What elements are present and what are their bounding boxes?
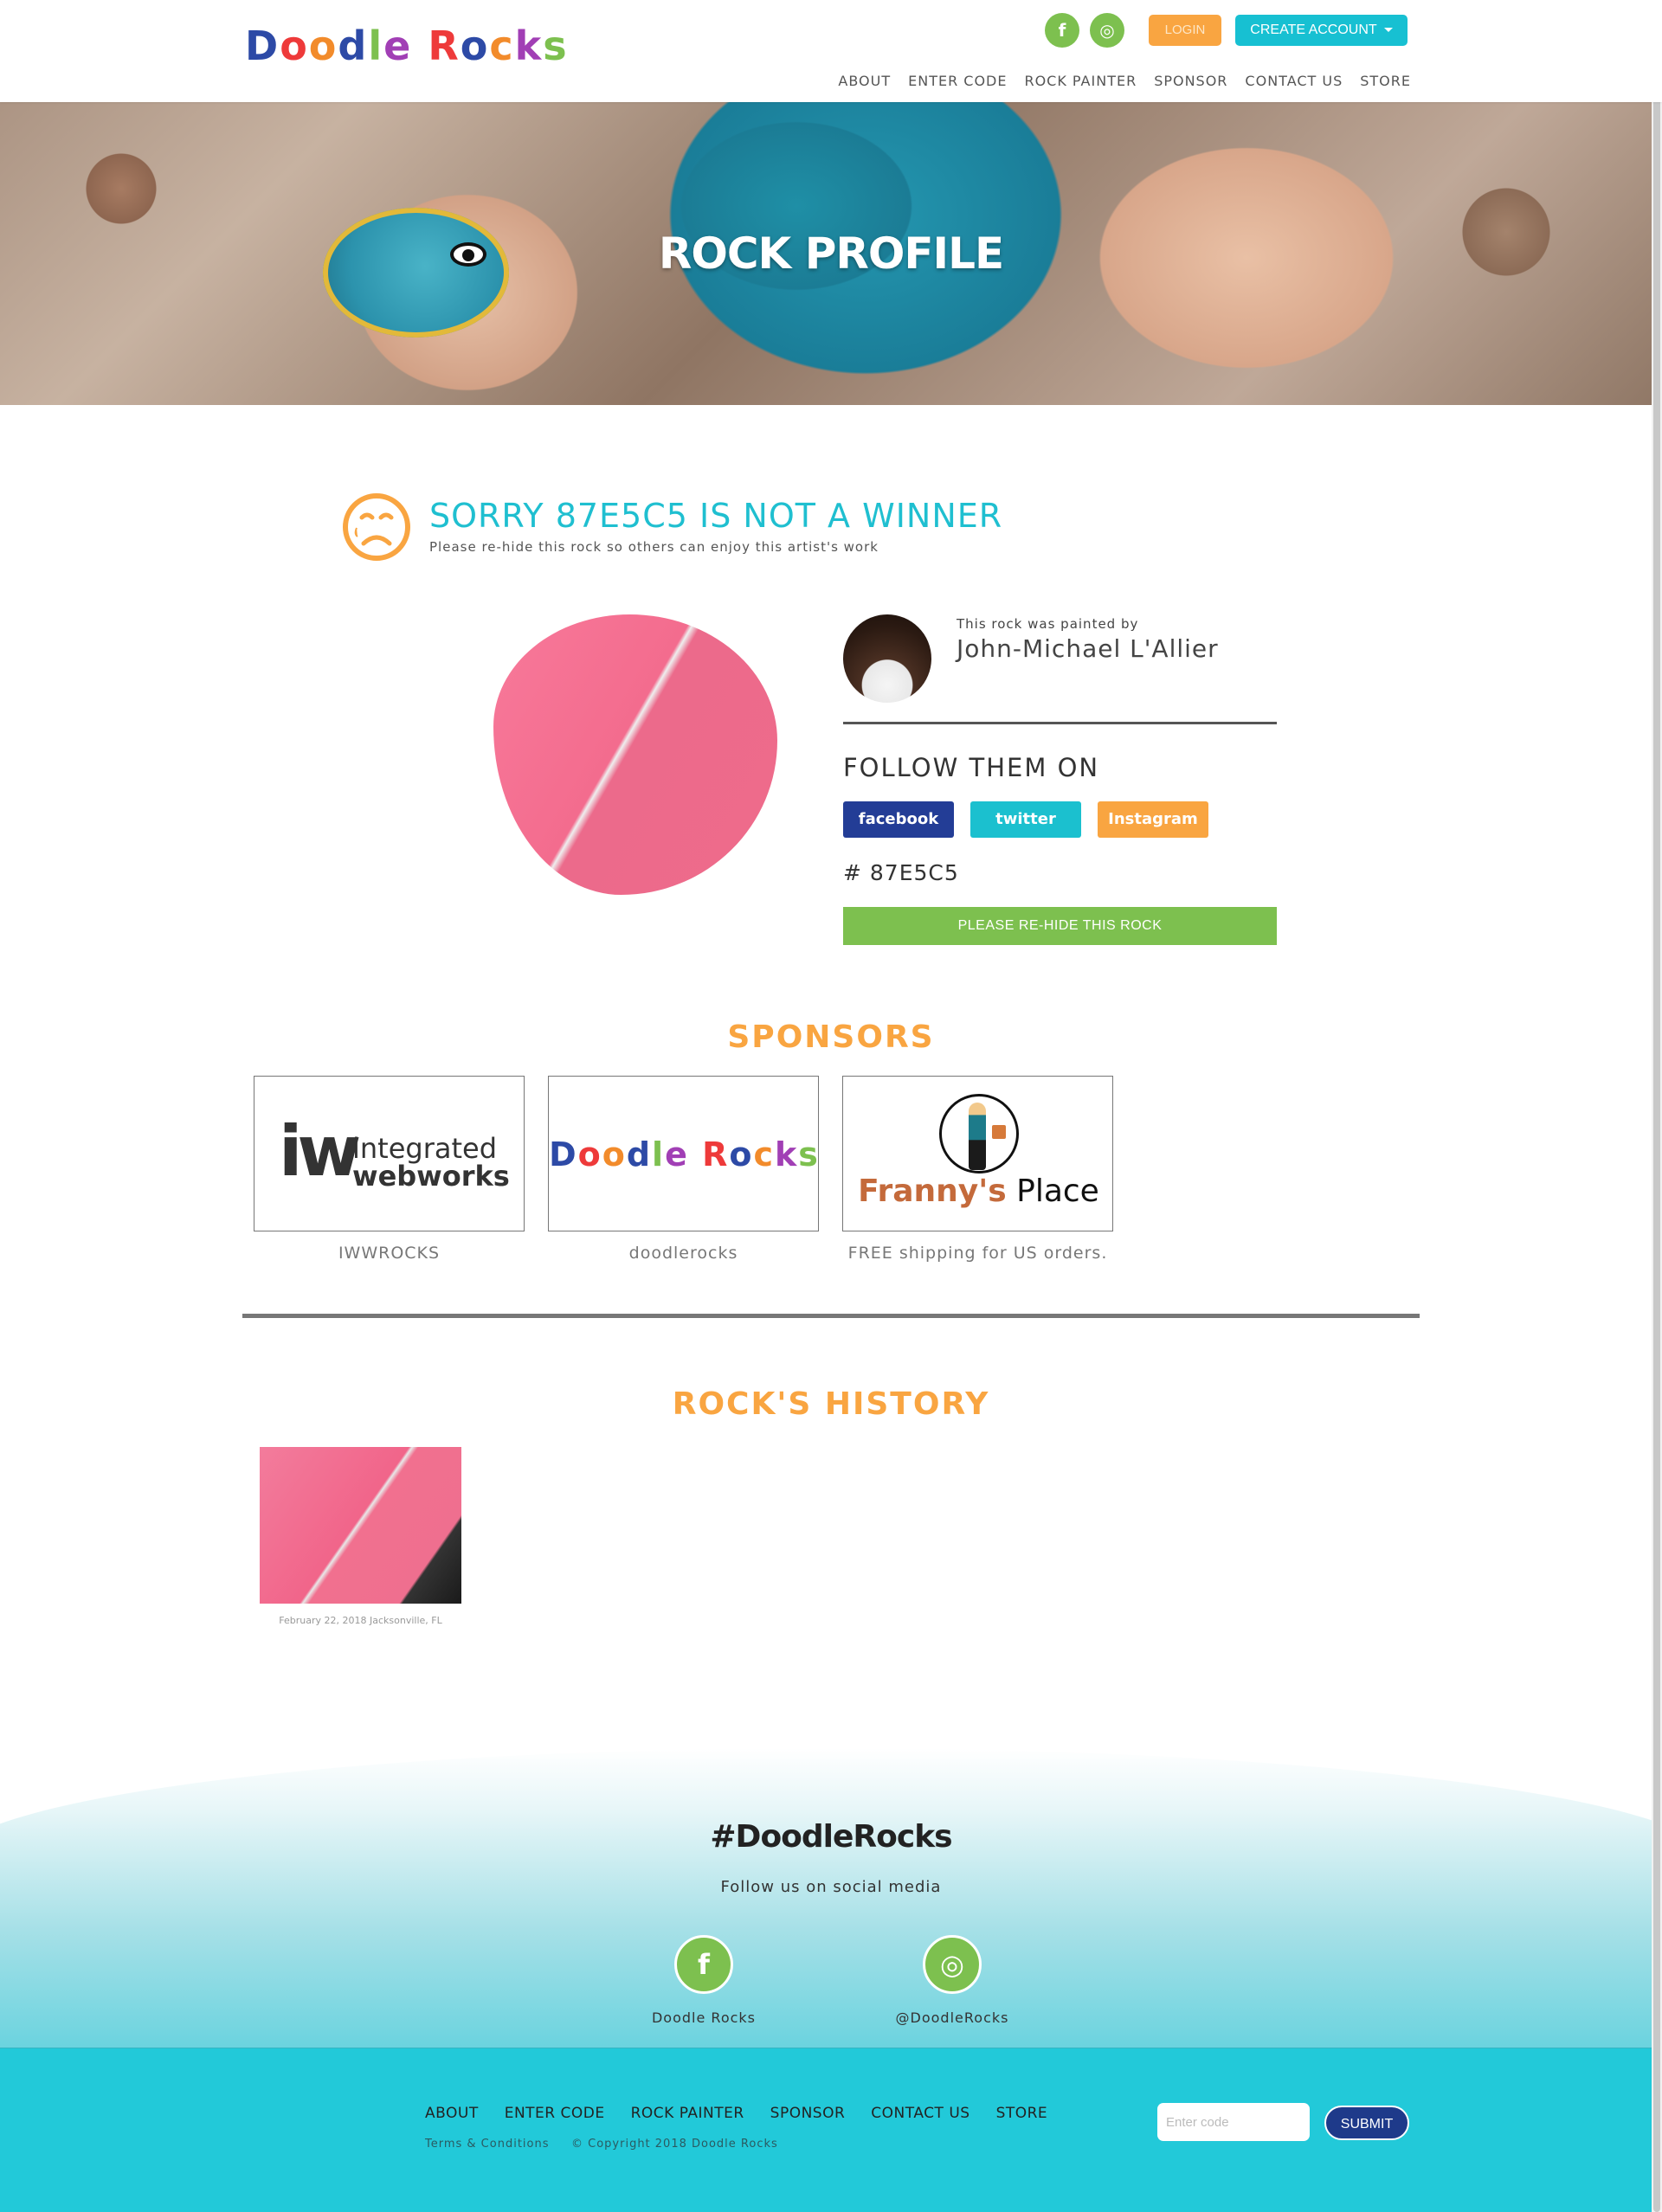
logo-letter [412,23,428,69]
footer-nav-contact-us[interactable]: CONTACT US [871,2105,970,2122]
logo-letter: o [577,1135,602,1174]
logo-letter: o [729,1135,754,1174]
painted-by-label: This rock was painted by [957,616,1139,632]
logo-letter: l [368,23,384,69]
footer-bar [0,2048,1662,2212]
logo-letter: D [245,23,280,69]
logo-letter [689,1135,702,1174]
scrollbar[interactable] [1652,0,1662,2212]
nav-contact-us[interactable]: CONTACT US [1245,73,1343,89]
logo-letter: e [383,23,413,69]
logo-letter: c [489,23,515,69]
sponsor-caption: IWWROCKS [338,1244,441,1263]
sponsor-caption: doodlerocks [628,1244,738,1263]
integrated-webworks-logo-mark: iw [279,1111,361,1192]
nav-store[interactable]: STORE [1360,73,1411,89]
frannys-place-logo-figure [969,1103,986,1170]
logo-letter: o [308,23,338,69]
integrated-webworks-logo-text-bold: webworks [352,1160,510,1193]
logo-letter: s [798,1135,820,1174]
avatar[interactable] [843,614,931,703]
painter-instagram-button[interactable]: Instagram [1098,801,1208,838]
section-divider [242,1314,1420,1318]
logo-letter: s [543,23,569,69]
history-photo[interactable] [260,1447,461,1604]
painter-twitter-button[interactable]: twitter [970,801,1081,838]
rock-photo [493,614,777,895]
site-header: Doodle Rocks f ◎ LOGIN CREATE ACCOUNT AB… [0,0,1662,102]
rock-code: # 87E5C5 [843,860,959,885]
logo-letter: d [338,23,369,69]
sponsors-title: SPONSORS [727,1019,935,1055]
logo-letter: o [602,1135,627,1174]
terms-link[interactable]: Terms & Conditions [425,2138,550,2151]
footer-code-input[interactable] [1157,2103,1310,2141]
footer-instagram-icon[interactable]: ◎ [923,1935,982,1994]
logo-letter: l [652,1135,666,1174]
nav-rock-painter[interactable]: ROCK PAINTER [1024,73,1137,89]
chevron-down-icon [1383,28,1393,33]
result-title: SORRY 87E5C5 IS NOT A WINNER [429,497,1003,535]
logo-letter: c [753,1135,775,1174]
logo-letter: k [514,23,544,69]
history-title: ROCK'S HISTORY [672,1386,990,1422]
nav-enter-code[interactable]: ENTER CODE [908,73,1007,89]
follow-title: FOLLOW THEM ON [843,753,1100,782]
site-logo[interactable]: Doodle Rocks [245,23,569,69]
nav-sponsor[interactable]: SPONSOR [1154,73,1227,89]
doodle-rocks-logo: Doodle Rocks [549,1135,820,1174]
footer-nav-sponsor[interactable]: SPONSOR [770,2105,846,2122]
create-account-label: CREATE ACCOUNT [1250,23,1377,37]
footer-nav-rock-painter[interactable]: ROCK PAINTER [631,2105,744,2122]
footer-facebook-label[interactable]: Doodle Rocks [617,2009,790,2026]
result-subtitle: Please re-hide this rock so others can e… [429,539,879,555]
main-nav: ABOUT ENTER CODE ROCK PAINTER SPONSOR CO… [838,73,1411,89]
frannys-place-logo-text-part: Franny's [858,1174,1007,1209]
divider [843,722,1277,724]
sponsor-card-doodle-rocks[interactable]: Doodle Rocks [548,1076,819,1231]
logo-letter: e [665,1135,689,1174]
logo-letter: D [549,1135,578,1174]
sponsor-card-frannys-place[interactable]: Franny's Place [842,1076,1113,1231]
hero-title: ROCK PROFILE [658,228,1004,279]
logo-letter: o [280,23,309,69]
painter-name[interactable]: John-Michael L'Allier [957,634,1219,663]
sponsor-caption: FREE shipping for US orders. [847,1244,1108,1263]
create-account-button[interactable]: CREATE ACCOUNT [1235,15,1408,46]
footer-instagram-label[interactable]: @DoodleRocks [866,2009,1039,2026]
painter-facebook-button[interactable]: facebook [843,801,954,838]
logo-letter: R [428,23,461,69]
footer-hashtag: #DoodleRocks [710,1819,952,1855]
footer-nav: ABOUT ENTER CODE ROCK PAINTER SPONSOR CO… [425,2105,1047,2122]
scrollbar-thumb[interactable] [1653,0,1660,2212]
footer-submit-button[interactable]: SUBMIT [1324,2106,1409,2140]
footer-nav-enter-code[interactable]: ENTER CODE [505,2105,605,2122]
nav-about[interactable]: ABOUT [838,73,891,89]
shopping-bag-icon [992,1125,1006,1139]
frannys-place-logo-text: Franny's Place [843,1174,1114,1209]
sad-face-icon [343,493,410,561]
logo-letter: o [460,23,490,69]
logo-letter: R [702,1135,730,1174]
logo-letter: d [626,1135,653,1174]
footer-nav-store[interactable]: STORE [996,2105,1048,2122]
logo-letter: k [775,1135,799,1174]
footer-nav-about[interactable]: ABOUT [425,2105,479,2122]
header-instagram-icon[interactable]: ◎ [1090,13,1124,48]
sponsor-card-integrated-webworks[interactable]: iw integrated webworks [254,1076,525,1231]
history-caption: February 22, 2018 Jacksonville, FL [279,1615,442,1626]
frannys-place-logo-text-part: Place [1006,1174,1099,1209]
footer-facebook-icon[interactable]: f [674,1935,733,1994]
login-button[interactable]: LOGIN [1149,15,1221,46]
rehide-rock-button[interactable]: PLEASE RE-HIDE THIS ROCK [843,907,1277,945]
copyright-text: © Copyright 2018 Doodle Rocks [571,2138,778,2151]
footer-follow-text: Follow us on social media [720,1878,942,1896]
header-facebook-icon[interactable]: f [1045,13,1079,48]
